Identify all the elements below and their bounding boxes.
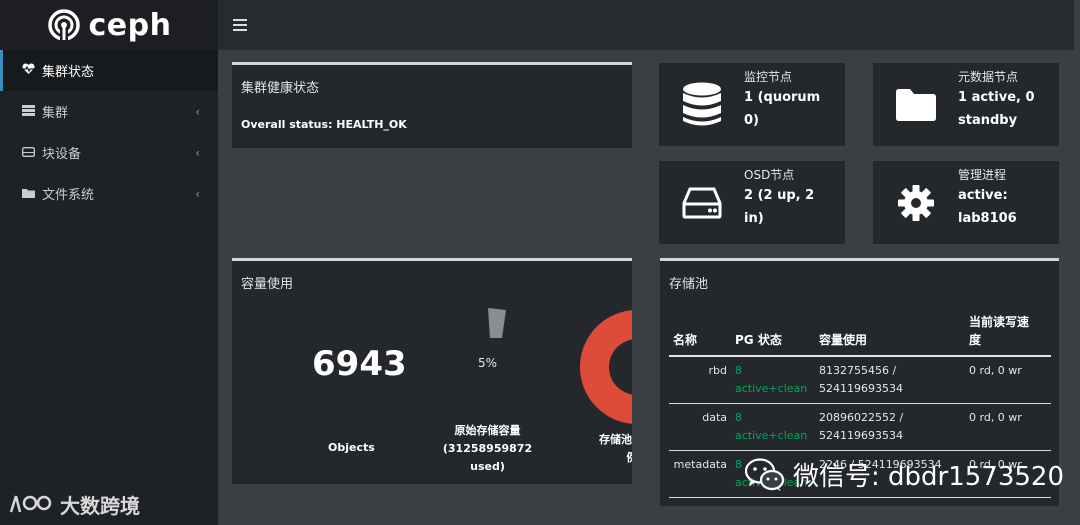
metadata-nodes-value-cont: standby: [958, 113, 1018, 128]
pools-table-header: 名称 PG 状态 容量使用 当前读写速 度: [669, 309, 1051, 357]
capacity-panel: 容量使用 6943 Objects 5% 原始存储容量 (31258959872…: [232, 258, 632, 484]
col-rw-header[interactable]: 当前读写速 度: [965, 309, 1051, 357]
raw-usage-percent: 5%: [478, 356, 498, 370]
brand-name: ceph: [88, 7, 172, 43]
metadata-nodes-box: 元数据节点 1 active, 0 standby: [873, 63, 1059, 146]
osd-nodes-label: OSD节点: [744, 168, 795, 182]
ceph-logo-icon: [47, 9, 80, 42]
server-icon: [20, 104, 36, 119]
chevron-left-icon: ‹: [195, 145, 200, 160]
manager-process-label: 管理进程: [958, 168, 1007, 182]
folder-icon: [873, 63, 958, 146]
watermark-wechat-text: 微信号: dbdr1573520: [793, 462, 1065, 492]
hdd-icon: [20, 146, 36, 160]
manager-process-value: active:: [958, 188, 1008, 203]
osd-nodes-value: 2 (2 up, 2: [744, 188, 815, 203]
pool-name: rbd: [669, 356, 731, 404]
health-panel-title: 集群健康状态: [241, 81, 320, 96]
osd-nodes-box: OSD节点 2 (2 up, 2 in): [659, 161, 845, 244]
pool-pg-state: 8 active+clean: [731, 356, 815, 404]
sidebar-item-block-devices[interactable]: 块设备 ‹: [0, 132, 218, 173]
objects-label: Objects: [328, 441, 375, 454]
sidebar-item-label: 集群状态: [42, 65, 95, 80]
watermark-brand: 大数跨境: [8, 490, 140, 519]
heartbeat-icon: [20, 63, 36, 78]
sidebar: 集群状态 集群 ‹ 块设备 ‹ 文件系统 ‹: [0, 50, 218, 525]
monitor-nodes-value: 1 (quorum: [744, 90, 821, 105]
database-icon: [659, 63, 744, 146]
sidebar-item-cluster-status[interactable]: 集群状态: [0, 50, 218, 91]
menu-toggle-icon[interactable]: [230, 15, 250, 35]
raw-usage-gauge-arc: [488, 308, 506, 338]
pool-pg-state: 8 active+clean: [731, 403, 815, 451]
raw-capacity-label: 原始存储容量 (31258959872 used): [442, 424, 533, 473]
top-navbar: [218, 0, 1074, 50]
pool-ratio-label: 存储池容量使 例: [599, 433, 632, 464]
chevron-left-icon: ‹: [195, 186, 200, 201]
watermark-brand-text: 大数跨境: [60, 494, 140, 518]
manager-process-value-cont: lab8106: [958, 211, 1017, 226]
col-pg-header[interactable]: PG 状态: [731, 309, 815, 357]
monitor-nodes-box: 监控节点 1 (quorum 0): [659, 63, 845, 146]
metadata-nodes-value: 1 active, 0: [958, 90, 1035, 105]
pool-rw: 0 rd, 0 wr: [965, 356, 1051, 404]
pool-usage: 8132755456 / 524119693534: [815, 356, 965, 404]
metadata-nodes-label: 元数据节点: [958, 70, 1019, 84]
donut-slice-free: [580, 310, 632, 424]
monitor-nodes-value-cont: 0): [744, 113, 759, 128]
brand-logo[interactable]: ceph: [0, 0, 218, 50]
objects-count: 6943: [312, 344, 407, 384]
sidebar-item-label: 集群: [42, 106, 69, 121]
chevron-left-icon: ‹: [195, 104, 200, 119]
pools-panel-title: 存储池: [669, 277, 709, 292]
table-row[interactable]: rbd 8 active+clean 8132755456 / 52411969…: [669, 356, 1051, 404]
monitor-nodes-label: 监控节点: [744, 70, 793, 84]
pool-name: metadata: [669, 450, 731, 498]
osd-nodes-value-cont: in): [744, 211, 764, 226]
col-usage-header[interactable]: 容量使用: [815, 309, 965, 357]
watermark-logo-icon: [9, 495, 52, 512]
wechat-icon: [745, 457, 785, 491]
pool-ratio-donut: [580, 310, 632, 424]
pool-rw: 0 rd, 0 wr: [965, 403, 1051, 451]
sidebar-item-label: 块设备: [42, 147, 82, 162]
sidebar-item-cluster[interactable]: 集群 ‹: [0, 91, 218, 132]
folder-icon: [20, 187, 36, 201]
hdd-icon: [659, 161, 744, 244]
sidebar-item-label: 文件系统: [42, 188, 95, 203]
health-status-text: Overall status: HEALTH_OK: [241, 118, 407, 131]
capacity-panel-title: 容量使用: [241, 277, 294, 292]
pool-usage: 20896022552 / 524119693534: [815, 403, 965, 451]
raw-usage-gauge: [488, 308, 506, 338]
table-row[interactable]: data 8 active+clean 20896022552 / 524119…: [669, 403, 1051, 451]
col-name-header[interactable]: 名称: [669, 309, 731, 357]
watermark-wechat: 微信号: dbdr1573520: [745, 456, 1064, 493]
health-panel: 集群健康状态 Overall status: HEALTH_OK: [232, 62, 632, 148]
pool-name: data: [669, 403, 731, 451]
sidebar-item-filesystem[interactable]: 文件系统 ‹: [0, 173, 218, 214]
manager-process-box: 管理进程 active: lab8106: [873, 161, 1059, 244]
gear-icon: [873, 161, 958, 244]
